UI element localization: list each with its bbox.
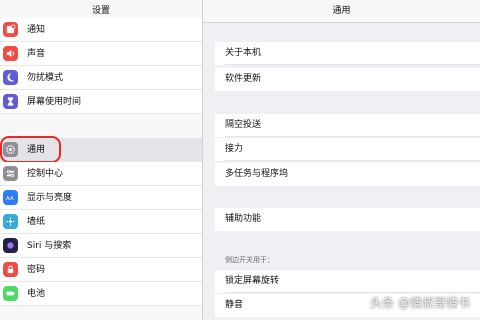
hourglass-icon bbox=[3, 94, 18, 109]
row-label: 静音 bbox=[225, 300, 244, 310]
sidebar-item-label: Siri 与搜索 bbox=[27, 241, 72, 251]
sidebar-item-control-center[interactable]: 控制中心 bbox=[0, 162, 202, 186]
wallpaper-icon bbox=[3, 214, 18, 229]
sidebar-item-label: 屏幕使用时间 bbox=[27, 97, 82, 107]
about-row[interactable]: 关于本机 bbox=[215, 42, 480, 65]
page-title: 通用 bbox=[203, 0, 480, 23]
sidebar-item-label: 密码 bbox=[27, 265, 46, 275]
sound-icon bbox=[3, 46, 18, 61]
watermark: 头条 @情叔哥情书 bbox=[370, 296, 470, 310]
side-switch-header: 侧边开关用于： bbox=[225, 256, 274, 264]
sidebar-item-label: 电池 bbox=[27, 289, 46, 299]
sidebar-item-label: 显示与亮度 bbox=[27, 193, 73, 203]
sidebar-item-notifications[interactable]: 通知 bbox=[0, 18, 202, 42]
moon-icon bbox=[3, 70, 18, 85]
software-update-row[interactable]: 软件更新 bbox=[215, 68, 480, 91]
row-separator bbox=[225, 64, 480, 65]
selection-highlight-ring bbox=[0, 136, 61, 163]
row-label: 关于本机 bbox=[225, 48, 262, 58]
sidebar-item-sounds[interactable]: 声音 bbox=[0, 42, 202, 66]
svg-text:AA: AA bbox=[6, 196, 14, 202]
sidebar-item-label: 勿扰模式 bbox=[27, 73, 64, 83]
sidebar-item-label: 通知 bbox=[27, 25, 46, 35]
row-label: 多任务与程序坞 bbox=[225, 169, 289, 179]
lock-rotation-row[interactable]: 锁定屏幕旋转 bbox=[215, 270, 480, 293]
sidebar-item-label: 墙纸 bbox=[27, 217, 46, 227]
handoff-row[interactable]: 接力 bbox=[215, 138, 480, 161]
sidebar-item-wallpaper[interactable]: 墙纸 bbox=[0, 210, 202, 234]
notification-icon bbox=[3, 22, 18, 37]
row-label: 接力 bbox=[225, 144, 244, 154]
general-panel: 通用 关于本机 软件更新 隔空投送 接力 多任务与程序坞 辅助功能 侧边开关用于… bbox=[203, 0, 480, 320]
sidebar-item-label: 声音 bbox=[27, 49, 46, 59]
sidebar-item-screen-time[interactable]: 屏幕使用时间 bbox=[0, 90, 202, 114]
airdrop-row[interactable]: 隔空投送 bbox=[215, 114, 480, 137]
sidebar-item-do-not-disturb[interactable]: 勿扰模式 bbox=[0, 66, 202, 90]
row-separator bbox=[225, 136, 480, 137]
battery-icon bbox=[3, 286, 18, 301]
row-label: 软件更新 bbox=[225, 74, 262, 84]
accessibility-row[interactable]: 辅助功能 bbox=[215, 208, 480, 231]
sidebar-item-siri[interactable]: Siri 与搜索 bbox=[0, 234, 202, 258]
sidebar-item-battery[interactable]: 电池 bbox=[0, 282, 202, 306]
siri-icon bbox=[3, 238, 18, 253]
row-separator bbox=[225, 160, 480, 161]
row-label: 锁定屏幕旋转 bbox=[225, 276, 280, 286]
row-separator bbox=[225, 292, 480, 293]
settings-sidebar: 设置 通知 声音 勿扰模式 屏幕使用时间 通用 控制中心 AA 显示与亮度 墙纸… bbox=[0, 0, 202, 320]
sidebar-item-passcode[interactable]: 密码 bbox=[0, 258, 202, 282]
control-center-icon bbox=[3, 166, 18, 181]
sidebar-item-label: 控制中心 bbox=[27, 169, 64, 179]
sidebar-item-display[interactable]: AA 显示与亮度 bbox=[0, 186, 202, 210]
row-label: 辅助功能 bbox=[225, 214, 262, 224]
multitasking-dock-row[interactable]: 多任务与程序坞 bbox=[215, 163, 480, 186]
brightness-icon: AA bbox=[3, 190, 18, 205]
lock-icon bbox=[3, 262, 18, 277]
row-label: 隔空投送 bbox=[225, 120, 262, 130]
